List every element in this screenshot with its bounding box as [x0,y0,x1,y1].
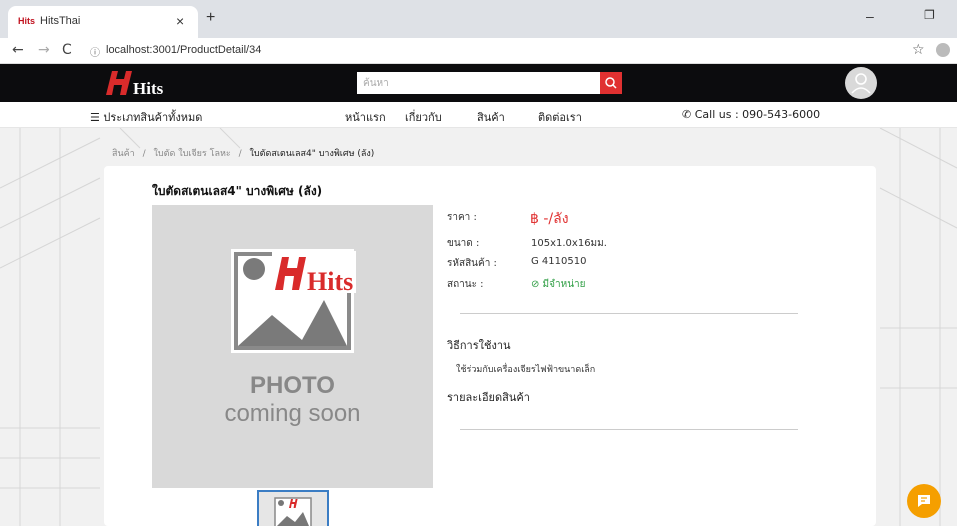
product-photo[interactable]: Hits PHOTO coming soon [152,205,433,488]
size-value: 105x1.0x16มม. [531,238,607,249]
search-input[interactable] [357,72,600,94]
code-label: รหัสสินค้า : [447,258,497,269]
usage-heading: วิธีการใช้งาน [447,339,511,352]
call-us-phone[interactable]: ✆ Call us : 090-543-6000 [682,108,820,121]
user-icon [851,73,871,94]
nav-contact[interactable]: ติดต่อเรา [538,108,582,126]
url-input[interactable]: localhost:3001/ProductDetail/34 [106,44,261,56]
user-avatar[interactable] [845,67,877,99]
address-bar: ← → C ⓘ localhost:3001/ProductDetail/34 … [0,38,957,64]
photo-text-line2: coming soon [224,400,361,427]
detail-heading: รายละเอียดสินค้า [447,391,530,404]
main-menu: ☰ ประเภทสินค้าทั้งหมด หน้าแรก เกี่ยวกับ … [0,102,957,128]
info-icon[interactable]: ⓘ [90,44,100,59]
usage-text: ใช้ร่วมกับเครื่องเจียรไฟฟ้าขนาดเล็ก [456,365,596,375]
thumbnail-image-icon [274,497,312,526]
nav-home[interactable]: หน้าแรก [345,108,386,126]
product-card: ใบตัดสเตนเลส4" บางพิเศษ (ลัง) Hits PHOTO… [104,166,876,526]
breadcrumb-category[interactable]: ใบตัด ใบเจียร โลหะ [154,149,231,159]
logo-text: Hits [133,79,164,98]
size-label: ขนาด : [447,238,480,249]
status-badge: ⊘ มีจำหน่าย [531,279,586,290]
restore-icon[interactable]: ❐ [924,8,935,22]
breadcrumb-separator: / [238,149,242,159]
browser-tab[interactable]: Hits HitsThai × [8,6,198,38]
code-value: G 4110510 [531,256,587,267]
tab-title: HitsThai [40,15,81,27]
product-thumbnail[interactable] [257,490,329,526]
divider [460,429,798,430]
search-button[interactable] [600,72,622,94]
nav-products[interactable]: สินค้า [477,108,505,126]
nav-about[interactable]: เกี่ยวกับ [405,108,442,126]
hits-favicon-icon: Hits [18,16,36,26]
breadcrumb-current: ใบตัดสเตนเลส4" บางพิเศษ (ลัง) [249,149,375,159]
photo-text-line1: PHOTO [250,372,335,399]
product-title: ใบตัดสเตนเลส4" บางพิเศษ (ลัง) [152,184,323,198]
profile-icon[interactable] [936,43,950,57]
breadcrumb-separator: / [142,149,146,159]
breadcrumb-products[interactable]: สินค้า [112,149,135,159]
photo-logo-text: Hits [307,267,353,296]
back-arrow-icon[interactable]: ← [12,42,24,58]
browser-tabstrip: Hits HitsThai × + – ❐ [0,0,957,38]
new-tab-icon[interactable]: + [206,9,215,27]
chat-bubble-icon [918,495,930,507]
all-categories-menu[interactable]: ☰ ประเภทสินค้าทั้งหมด [90,108,202,126]
bookmark-star-icon[interactable]: ☆ [912,42,925,58]
photo-placeholder-icon: Hits [231,249,356,353]
site-header: Hits [0,64,957,102]
price-value: ฿ -/ลัง [530,211,569,227]
forward-arrow-icon[interactable]: → [38,42,50,58]
divider [460,313,798,314]
minimize-icon[interactable]: – [866,8,874,24]
search-icon [605,77,617,89]
price-label: ราคา : [447,212,477,223]
breadcrumb: สินค้า / ใบตัด ใบเจียร โลหะ / ใบตัดสเตนเ… [112,146,374,160]
chat-button[interactable] [907,484,941,518]
reload-icon[interactable]: C [62,42,72,58]
tab-close-icon[interactable]: × [176,13,184,29]
hits-logo-icon[interactable]: Hits [104,68,170,98]
status-label: สถานะ : [447,279,484,290]
